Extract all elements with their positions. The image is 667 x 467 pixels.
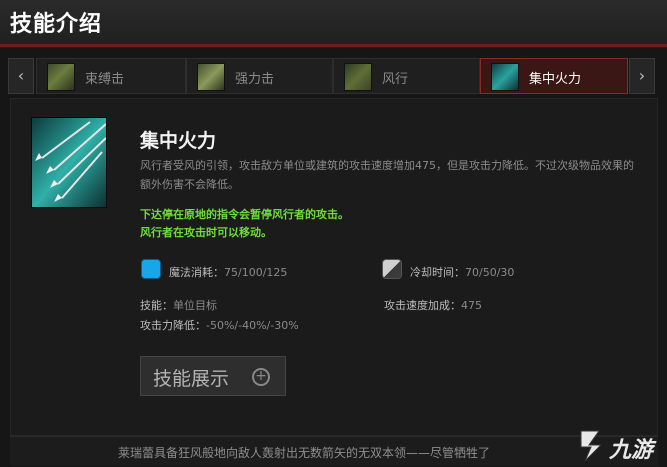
attack-speed-value: 475 <box>461 299 482 312</box>
skill-note-line: 风行者在攻击时可以移动。 <box>140 226 272 239</box>
watermark: 九游 <box>575 425 667 467</box>
mana-cost: 魔法消耗：75/100/125 <box>169 264 287 280</box>
skill-description: 风行者受风的引领，攻击敌方单位或建筑的攻击速度增加475，但是攻击力降低。不过次… <box>140 159 634 191</box>
tab-label: 强力击 <box>235 72 275 87</box>
attack-speed-bonus: 攻击速度加成：475 <box>384 297 482 313</box>
damage-reduction-value: -50%/-40%/-30% <box>206 319 299 332</box>
tab-label: 集中火力 <box>529 72 582 87</box>
damage-reduction: 攻击力降低：-50%/-40%/-30% <box>140 317 299 333</box>
skill-name: 集中火力 <box>140 130 217 152</box>
damage-reduction-label: 攻击力降低： <box>140 319 206 332</box>
watermark-logo-icon <box>580 430 603 462</box>
tab-label: 束缚击 <box>85 72 125 87</box>
watermark-text: 九游 <box>609 438 654 463</box>
target-type-value: 单位目标 <box>173 299 217 312</box>
target-type: 技能：单位目标 <box>140 297 217 313</box>
powershot-icon <box>197 63 225 91</box>
skill-note: 下达停在原地的指令会暂停风行者的攻击。 风行者在攻击时可以移动。 <box>140 206 349 242</box>
prev-arrow-button[interactable]: ‹ <box>8 58 34 94</box>
lore-footer: 莱瑞蕾具备狂风般地向敌人轰射出无数箭矢的无双本领——尽管牺牲了 <box>10 436 658 466</box>
tab-windrun[interactable]: 风行 <box>333 58 480 94</box>
skill-tab-bar: ‹ 束缚击 强力击 风行 集中火力 › <box>0 58 667 96</box>
shackleshot-icon <box>47 63 75 91</box>
target-type-label: 技能： <box>140 299 173 312</box>
header-divider-shadow <box>0 47 667 48</box>
cooldown: 冷却时间：70/50/30 <box>410 264 514 280</box>
page-title: 技能介绍 <box>10 12 103 37</box>
tab-focus-fire[interactable]: 集中火力 <box>480 58 628 94</box>
next-arrow-button[interactable]: › <box>629 58 655 94</box>
focus-fire-icon <box>491 63 519 91</box>
chevron-right-icon: › <box>638 66 646 85</box>
skill-demo-button[interactable]: 技能展示 + <box>140 356 286 396</box>
tab-label: 风行 <box>382 72 409 87</box>
tab-powershot[interactable]: 强力击 <box>186 58 333 94</box>
windrun-icon <box>344 63 372 91</box>
cooldown-label: 冷却时间： <box>410 266 465 279</box>
tab-shackleshot[interactable]: 束缚击 <box>36 58 186 94</box>
attack-speed-label: 攻击速度加成： <box>384 299 461 312</box>
chevron-left-icon: ‹ <box>17 66 25 85</box>
mana-cost-label: 魔法消耗： <box>169 266 224 279</box>
plus-icon: + <box>252 368 270 386</box>
header-bar: 技能介绍 <box>0 0 667 44</box>
cooldown-value: 70/50/30 <box>465 266 515 279</box>
skill-detail-panel <box>10 98 658 436</box>
lore-text: 莱瑞蕾具备狂风般地向敌人轰射出无数箭矢的无双本领——尽管牺牲了 <box>118 446 491 460</box>
skill-note-line: 下达停在原地的指令会暂停风行者的攻击。 <box>140 208 349 221</box>
mana-cost-value: 75/100/125 <box>224 266 288 279</box>
focus-fire-icon <box>31 117 107 208</box>
mana-icon <box>141 259 161 279</box>
skill-demo-label: 技能展示 <box>153 368 230 390</box>
cooldown-icon <box>382 259 402 279</box>
